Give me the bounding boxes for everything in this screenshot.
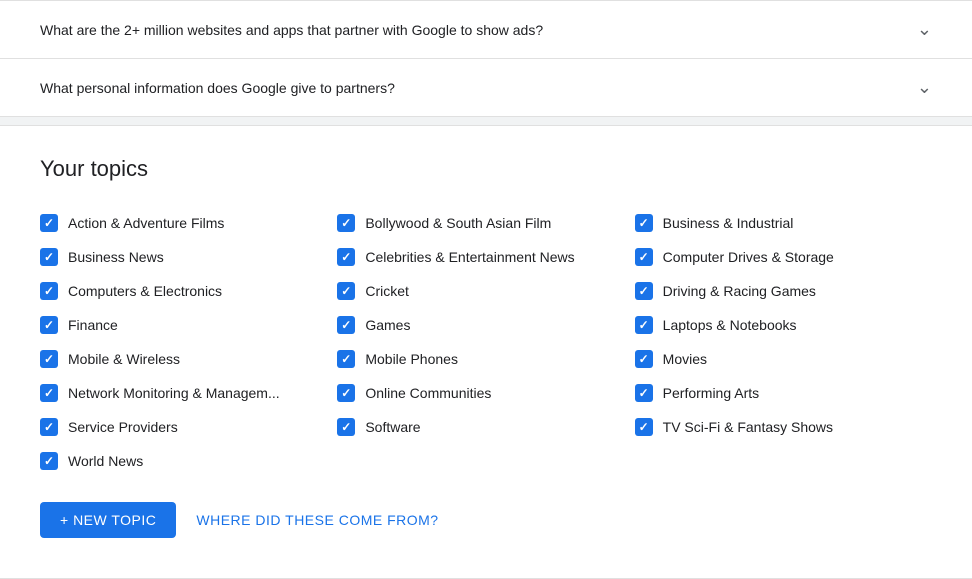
topic-item[interactable]: Finance	[40, 308, 337, 342]
topic-column-3: Business & Industrial Computer Drives & S…	[635, 206, 932, 478]
topic-column-1: Action & Adventure Films Business News Com…	[40, 206, 337, 478]
topic-item[interactable]: TV Sci-Fi & Fantasy Shows	[635, 410, 932, 444]
topic-item[interactable]: Mobile & Wireless	[40, 342, 337, 376]
topic-label: Network Monitoring & Managem...	[68, 385, 280, 401]
topic-item[interactable]: Movies	[635, 342, 932, 376]
topic-item[interactable]: Business & Industrial	[635, 206, 932, 240]
topics-title: Your topics	[40, 156, 932, 182]
topic-checkbox[interactable]	[337, 316, 355, 334]
topic-checkbox[interactable]	[40, 418, 58, 436]
topic-label: Movies	[663, 351, 707, 367]
where-did-these-come-from-link[interactable]: WHERE DID THESE COME FROM?	[196, 512, 438, 528]
topic-label: Action & Adventure Films	[68, 215, 224, 231]
topic-item[interactable]: Driving & Racing Games	[635, 274, 932, 308]
topic-item[interactable]: World News	[40, 444, 337, 478]
topic-label: Bollywood & South Asian Film	[365, 215, 551, 231]
topic-label: World News	[68, 453, 143, 469]
topic-label: Software	[365, 419, 420, 435]
topic-label: Driving & Racing Games	[663, 283, 816, 299]
topic-checkbox[interactable]	[635, 350, 653, 368]
topic-item[interactable]: Performing Arts	[635, 376, 932, 410]
topic-checkbox[interactable]	[40, 350, 58, 368]
faq-item-2[interactable]: What personal information does Google gi…	[0, 59, 972, 116]
topic-item[interactable]: Online Communities	[337, 376, 634, 410]
topic-item[interactable]: Action & Adventure Films	[40, 206, 337, 240]
topics-section: Your topics Action & Adventure Films Busi…	[0, 125, 972, 579]
topic-label: Cricket	[365, 283, 409, 299]
chevron-down-icon-1: ⌄	[917, 19, 932, 40]
topic-item[interactable]: Mobile Phones	[337, 342, 634, 376]
faq-section: What are the 2+ million websites and app…	[0, 0, 972, 117]
topic-item[interactable]: Network Monitoring & Managem...	[40, 376, 337, 410]
topic-checkbox[interactable]	[635, 418, 653, 436]
topic-checkbox[interactable]	[40, 282, 58, 300]
topic-item[interactable]: Celebrities & Entertainment News	[337, 240, 634, 274]
topic-checkbox[interactable]	[40, 452, 58, 470]
actions-row: + NEW TOPIC WHERE DID THESE COME FROM?	[40, 502, 932, 538]
faq-item-1[interactable]: What are the 2+ million websites and app…	[0, 1, 972, 59]
topic-checkbox[interactable]	[40, 384, 58, 402]
topic-checkbox[interactable]	[337, 350, 355, 368]
topic-item[interactable]: Cricket	[337, 274, 634, 308]
topic-label: Mobile Phones	[365, 351, 458, 367]
topic-label: TV Sci-Fi & Fantasy Shows	[663, 419, 833, 435]
topic-checkbox[interactable]	[635, 282, 653, 300]
topic-checkbox[interactable]	[337, 248, 355, 266]
new-topic-button[interactable]: + NEW TOPIC	[40, 502, 176, 538]
topic-item[interactable]: Games	[337, 308, 634, 342]
topic-item[interactable]: Software	[337, 410, 634, 444]
topic-label: Computers & Electronics	[68, 283, 222, 299]
page-wrapper: What are the 2+ million websites and app…	[0, 0, 972, 579]
topic-column-2: Bollywood & South Asian Film Celebrities …	[337, 206, 634, 478]
topic-checkbox[interactable]	[635, 384, 653, 402]
topic-label: Online Communities	[365, 385, 491, 401]
topic-checkbox[interactable]	[40, 214, 58, 232]
topic-label: Computer Drives & Storage	[663, 249, 834, 265]
topic-label: Business & Industrial	[663, 215, 794, 231]
topic-label: Laptops & Notebooks	[663, 317, 797, 333]
topic-item[interactable]: Service Providers	[40, 410, 337, 444]
topic-item[interactable]: Bollywood & South Asian Film	[337, 206, 634, 240]
topic-label: Games	[365, 317, 410, 333]
faq-question-2: What personal information does Google gi…	[40, 80, 395, 96]
topic-label: Business News	[68, 249, 164, 265]
topic-label: Performing Arts	[663, 385, 759, 401]
topic-checkbox[interactable]	[337, 418, 355, 436]
topic-checkbox[interactable]	[635, 316, 653, 334]
topic-label: Celebrities & Entertainment News	[365, 249, 574, 265]
topic-checkbox[interactable]	[40, 316, 58, 334]
chevron-down-icon-2: ⌄	[917, 77, 932, 98]
topic-item[interactable]: Computer Drives & Storage	[635, 240, 932, 274]
topic-checkbox[interactable]	[40, 248, 58, 266]
topic-checkbox[interactable]	[635, 214, 653, 232]
topics-grid: Action & Adventure Films Business News Com…	[40, 206, 932, 478]
topic-item[interactable]: Laptops & Notebooks	[635, 308, 932, 342]
topic-checkbox[interactable]	[337, 384, 355, 402]
topic-label: Mobile & Wireless	[68, 351, 180, 367]
topic-item[interactable]: Business News	[40, 240, 337, 274]
topic-checkbox[interactable]	[635, 248, 653, 266]
topic-label: Service Providers	[68, 419, 178, 435]
topic-item[interactable]: Computers & Electronics	[40, 274, 337, 308]
topic-checkbox[interactable]	[337, 214, 355, 232]
topic-checkbox[interactable]	[337, 282, 355, 300]
topic-label: Finance	[68, 317, 118, 333]
faq-question-1: What are the 2+ million websites and app…	[40, 22, 543, 38]
